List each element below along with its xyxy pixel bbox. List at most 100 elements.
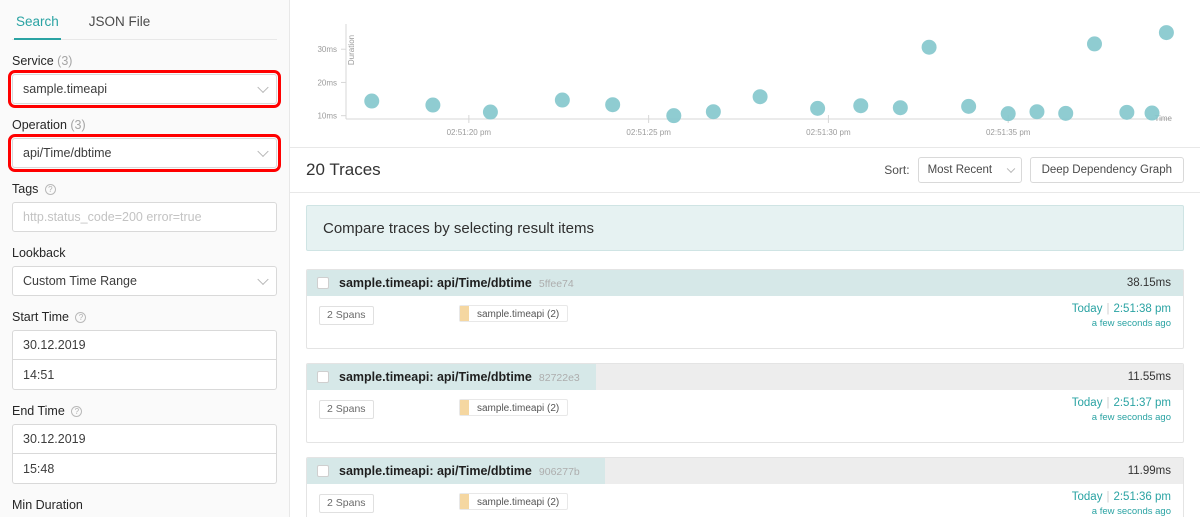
- lookback-select[interactable]: Custom Time Range: [12, 266, 277, 296]
- trace-header[interactable]: sample.timeapi: api/Time/dbtime 5ffee74 3…: [307, 270, 1183, 296]
- spans-badge: 2 Spans: [319, 400, 374, 419]
- operation-count: (3): [70, 118, 86, 132]
- trace-header[interactable]: sample.timeapi: api/Time/dbtime 82722e3 1…: [307, 364, 1183, 390]
- trace-relative-time: a few seconds ago: [1091, 318, 1171, 329]
- lookback-label: Lookback: [12, 246, 66, 260]
- chevron-down-icon: [1006, 164, 1015, 174]
- service-chip-label: sample.timeapi (2): [477, 309, 560, 320]
- start-time-label-text: Start Time: [12, 310, 69, 324]
- divider: |: [1106, 397, 1110, 409]
- svg-text:10ms: 10ms: [317, 112, 337, 121]
- help-icon[interactable]: ?: [71, 406, 83, 417]
- trace-compare-checkbox[interactable]: [317, 465, 329, 477]
- trace-duration: 11.55ms: [1127, 371, 1171, 383]
- svg-text:30ms: 30ms: [317, 45, 337, 54]
- start-date-input[interactable]: 30.12.2019: [12, 330, 277, 360]
- help-icon[interactable]: ?: [75, 312, 87, 323]
- trace-duration: 38.15ms: [1126, 277, 1171, 289]
- scatter-svg[interactable]: 10ms 20ms 30ms Duration 02:51:20 pm 02:51:25 …: [298, 6, 1192, 144]
- sidebar-tabs: Search JSON File: [12, 0, 277, 40]
- trace-compare-checkbox[interactable]: [317, 371, 329, 383]
- trace-timestamp: Today | 2:51:38 pm a few seconds ago: [1072, 303, 1171, 329]
- divider: |: [1106, 491, 1110, 503]
- trace-body: 2 Spans sample.timeapi (2) Today | 2:51:38…: [307, 296, 1183, 348]
- svg-text:20ms: 20ms: [317, 78, 337, 87]
- trace-compare-checkbox[interactable]: [317, 277, 329, 289]
- tab-search[interactable]: Search: [14, 0, 61, 40]
- search-sidebar: Search JSON File Service (3) sample.time…: [0, 0, 290, 517]
- svg-text:02:51:20 pm: 02:51:20 pm: [447, 128, 492, 137]
- end-date-value: 30.12.2019: [23, 432, 86, 446]
- end-time-label-text: End Time: [12, 404, 65, 418]
- start-clock-input[interactable]: 14:51: [12, 360, 277, 390]
- end-clock-input[interactable]: 15:48: [12, 454, 277, 484]
- service-label-text: Service: [12, 54, 54, 68]
- tab-search-label: Search: [16, 14, 59, 29]
- tags-input[interactable]: http.status_code=200 error=true: [12, 202, 277, 232]
- svg-text:02:51:35 pm: 02:51:35 pm: [986, 128, 1031, 137]
- service-chip: sample.timeapi (2): [459, 399, 569, 416]
- results-toolbar: 20 Traces Sort: Most Recent Deep Depende…: [290, 148, 1200, 193]
- tags-placeholder: http.status_code=200 error=true: [23, 210, 202, 224]
- service-label: Service (3): [12, 54, 277, 68]
- min-duration-label: Min Duration: [12, 498, 83, 512]
- toolbar-controls: Sort: Most Recent Deep Dependency Graph: [884, 157, 1184, 183]
- trace-relative-time: a few seconds ago: [1091, 412, 1171, 423]
- trace-day: Today: [1071, 491, 1103, 503]
- trace-id: 82722e3: [538, 372, 580, 384]
- trace-time: 2:51:36 pm: [1113, 491, 1171, 503]
- svg-text:02:51:30 pm: 02:51:30 pm: [806, 128, 851, 137]
- service-select-value: sample.timeapi: [23, 82, 108, 96]
- service-color-bar: [460, 400, 469, 415]
- duration-scatter-chart: 10ms 20ms 30ms Duration 02:51:20 pm 02:51:25 …: [290, 0, 1200, 148]
- compare-banner-text: Compare traces by selecting result items: [323, 219, 594, 237]
- end-time-inputs: 30.12.2019 15:48: [12, 424, 277, 484]
- trace-relative-time: a few seconds ago: [1091, 506, 1171, 517]
- compare-banner: Compare traces by selecting result items: [306, 205, 1184, 251]
- trace-title: sample.timeapi: api/Time/dbtime 5ffee74: [339, 276, 574, 290]
- tags-label: Tags ?: [12, 182, 277, 196]
- results-list: Compare traces by selecting result items…: [290, 193, 1200, 517]
- service-field: Service (3) sample.timeapi: [8, 54, 281, 108]
- trace-duration: 11.99ms: [1127, 465, 1171, 477]
- trace-day-time: Today | 2:51:38 pm: [1072, 303, 1171, 315]
- trace-timestamp: Today | 2:51:37 pm a few seconds ago: [1072, 397, 1171, 423]
- start-time-inputs: 30.12.2019 14:51: [12, 330, 277, 390]
- trace-title-text: sample.timeapi: api/Time/dbtime: [339, 464, 532, 478]
- operation-select[interactable]: api/Time/dbtime: [8, 134, 281, 172]
- trace-day-time: Today | 2:51:37 pm: [1072, 397, 1171, 409]
- start-time-label: Start Time ?: [12, 310, 277, 324]
- ddg-button-label: Deep Dependency Graph: [1041, 164, 1172, 176]
- end-clock-value: 15:48: [23, 461, 55, 476]
- service-count: (3): [57, 54, 73, 68]
- trace-row[interactable]: sample.timeapi: api/Time/dbtime 5ffee74 3…: [306, 269, 1184, 349]
- trace-row[interactable]: sample.timeapi: api/Time/dbtime 906277b 1…: [306, 457, 1184, 517]
- end-date-input[interactable]: 30.12.2019: [12, 424, 277, 454]
- sort-select[interactable]: Most Recent: [917, 157, 1022, 183]
- operation-field: Operation (3) api/Time/dbtime: [8, 118, 281, 172]
- svg-text:Duration: Duration: [347, 35, 356, 65]
- tags-label-text: Tags: [12, 182, 39, 196]
- trace-day: Today: [1071, 397, 1103, 409]
- chevron-down-icon: [257, 273, 269, 286]
- tab-json-file[interactable]: JSON File: [87, 0, 153, 39]
- deep-dependency-graph-button[interactable]: Deep Dependency Graph: [1029, 157, 1184, 183]
- service-select[interactable]: sample.timeapi: [8, 70, 281, 108]
- operation-select-value: api/Time/dbtime: [23, 146, 112, 160]
- help-icon[interactable]: ?: [44, 184, 56, 195]
- trace-timestamp: Today | 2:51:36 pm a few seconds ago: [1072, 491, 1171, 517]
- trace-title-text: sample.timeapi: api/Time/dbtime: [339, 276, 532, 290]
- service-chip: sample.timeapi (2): [459, 305, 569, 322]
- service-chip-label: sample.timeapi (2): [477, 403, 560, 414]
- end-time-label: End Time ?: [12, 404, 277, 418]
- tab-json-file-label: JSON File: [88, 14, 151, 29]
- service-chip-label: sample.timeapi (2): [477, 497, 560, 508]
- operation-label-text: Operation: [12, 118, 67, 132]
- service-color-bar: [460, 306, 469, 321]
- trace-row[interactable]: sample.timeapi: api/Time/dbtime 82722e3 1…: [306, 363, 1184, 443]
- results-panel: 10ms 20ms 30ms Duration 02:51:20 pm 02:51:25 …: [290, 0, 1200, 517]
- start-date-value: 30.12.2019: [23, 338, 86, 352]
- lookback-value: Custom Time Range: [23, 274, 137, 288]
- start-time-field: Start Time ? 30.12.2019 14:51: [12, 310, 277, 390]
- trace-header[interactable]: sample.timeapi: api/Time/dbtime 906277b 1…: [307, 458, 1183, 484]
